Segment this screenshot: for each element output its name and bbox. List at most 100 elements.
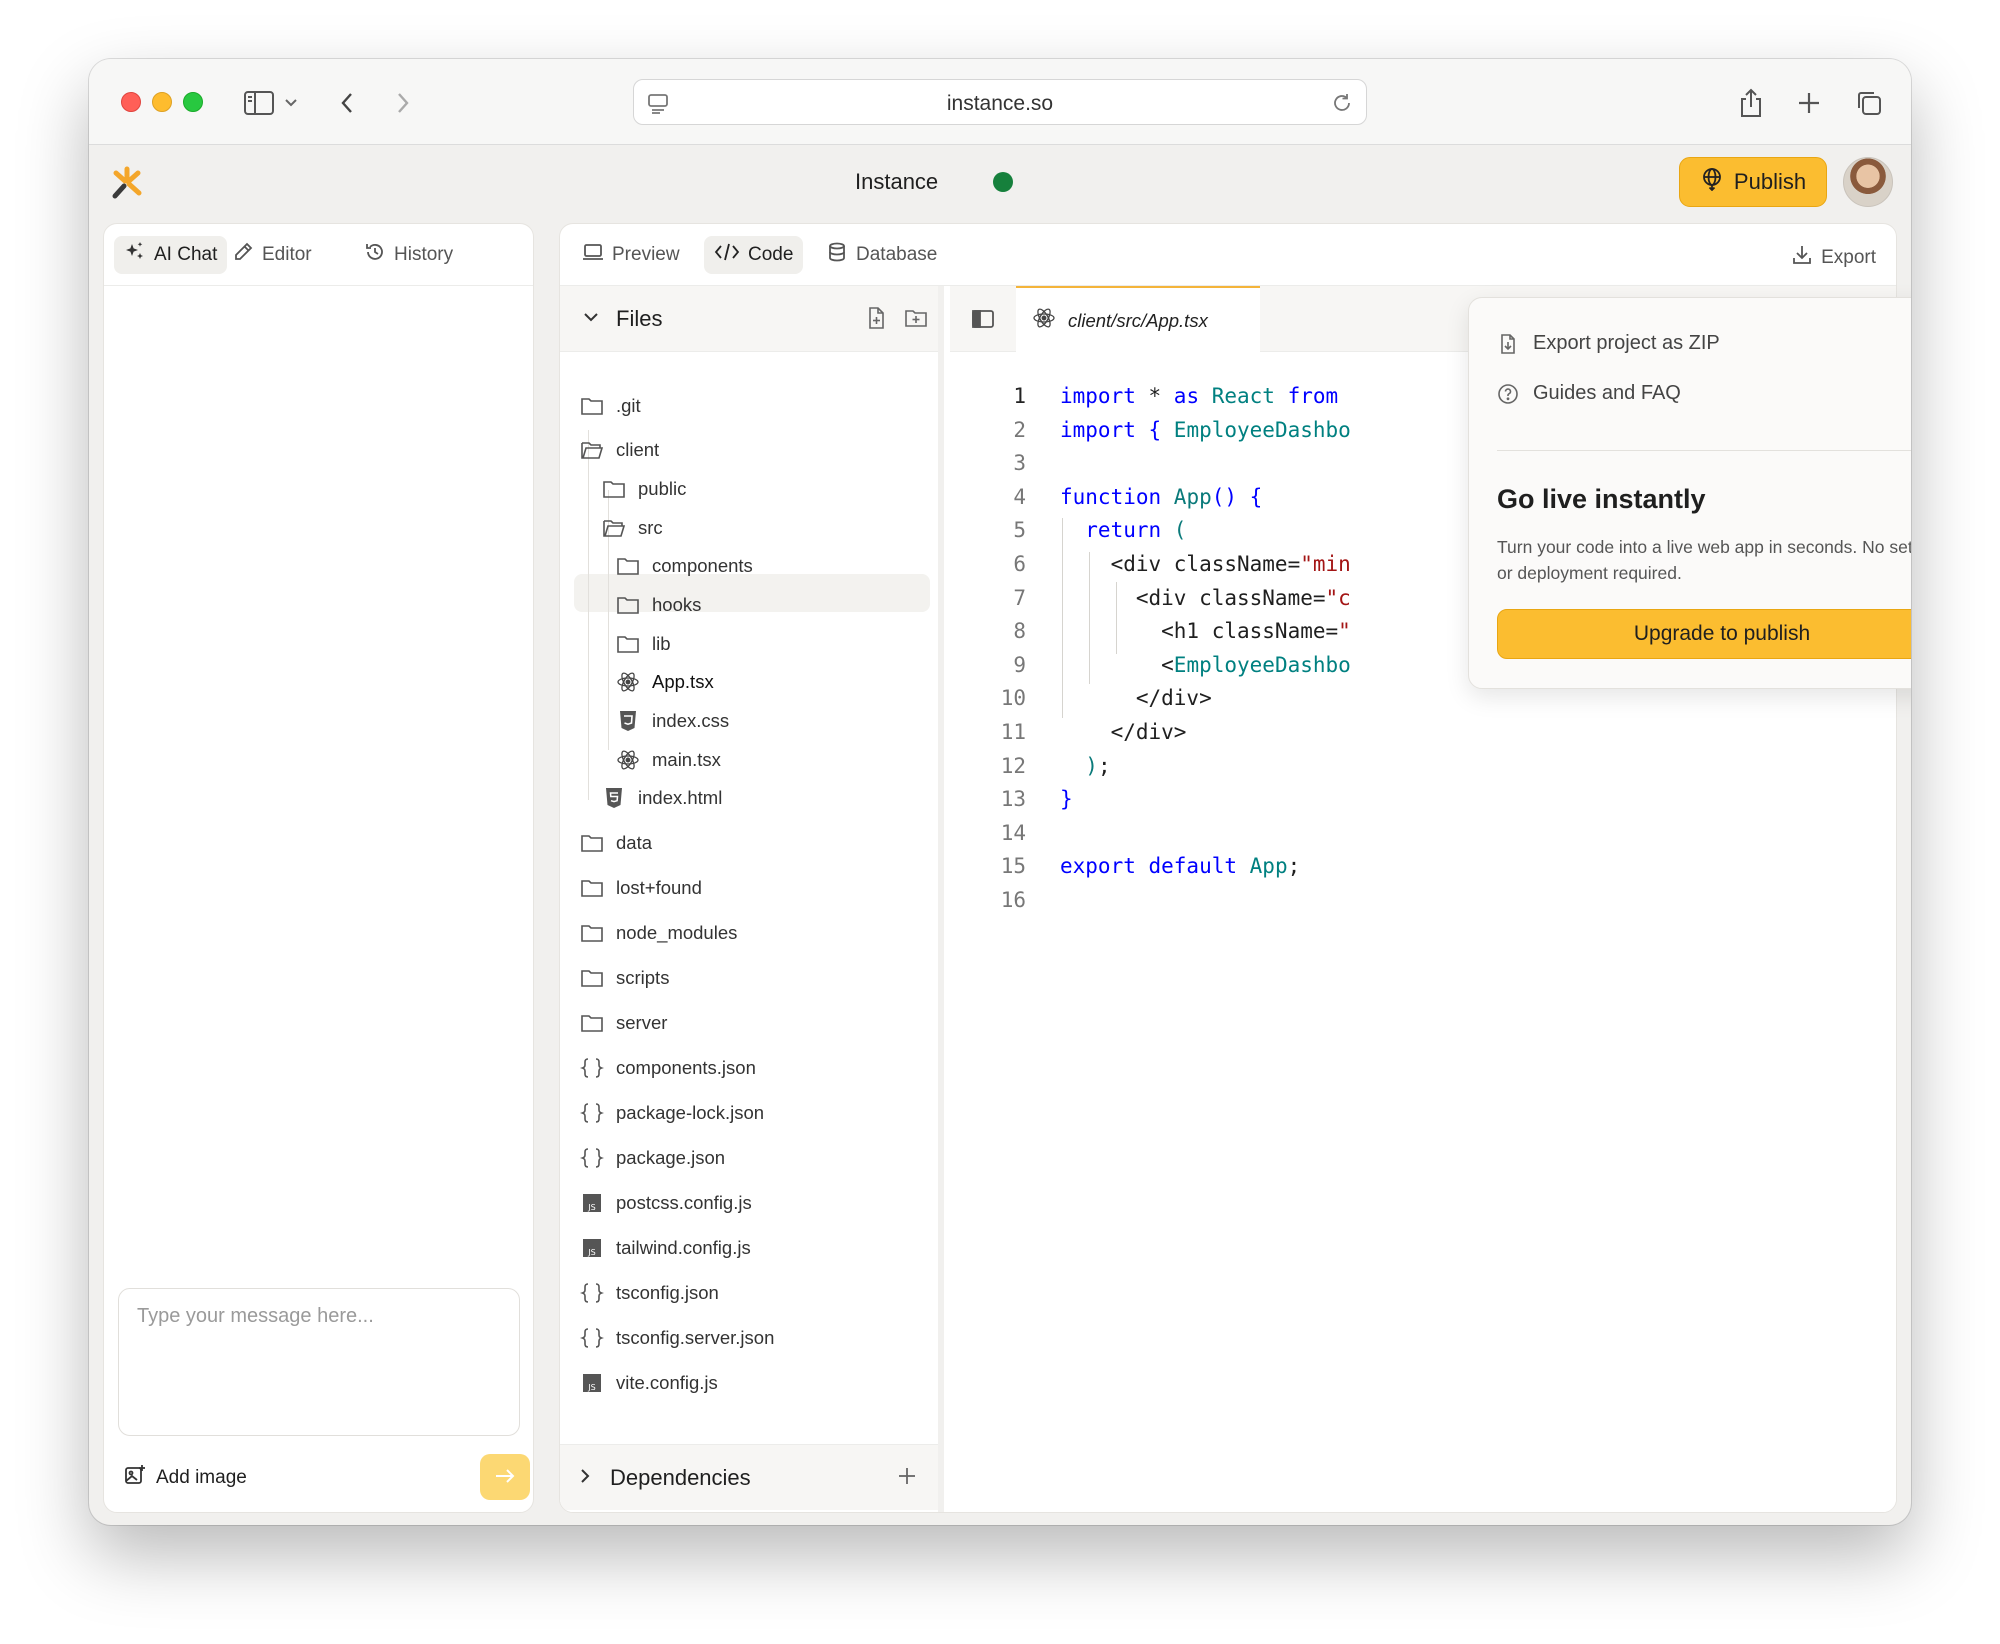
tab-ai-chat[interactable]: AI Chat: [114, 236, 228, 274]
send-button[interactable]: [480, 1454, 530, 1500]
code-token: from: [1287, 384, 1339, 408]
code-token: {: [1135, 417, 1174, 442]
globe-icon: [1700, 167, 1724, 197]
file-tree-item[interactable]: data: [580, 825, 652, 861]
tab-label: Database: [856, 244, 938, 265]
folder-icon: [580, 876, 604, 900]
maximize-window-button[interactable]: [183, 92, 203, 112]
editor-tab-app-tsx[interactable]: client/src/App.tsx: [1016, 286, 1260, 353]
folder-icon: [580, 966, 604, 990]
chevron-right-icon[interactable]: [574, 1465, 596, 1487]
files-title: Files: [616, 306, 663, 331]
file-tree-item[interactable]: components: [616, 548, 753, 584]
line-number: 8: [1013, 619, 1026, 644]
react-icon: [1032, 306, 1056, 335]
file-name: node_modules: [616, 922, 738, 943]
file-tree-item[interactable]: App.tsx: [616, 664, 714, 700]
tab-label: History: [394, 244, 454, 265]
folder-icon: [580, 394, 604, 418]
file-tree-item[interactable]: JS vite.config.js: [580, 1365, 718, 1401]
file-tree-item[interactable]: JS postcss.config.js: [580, 1185, 752, 1221]
publish-button[interactable]: Publish: [1679, 157, 1827, 207]
upgrade-button[interactable]: Upgrade to publish: [1497, 609, 1911, 659]
folder-icon: [602, 477, 626, 501]
file-name: tailwind.config.js: [616, 1237, 751, 1258]
chevron-down-icon[interactable]: [580, 306, 602, 328]
message-input[interactable]: Type your message here...: [118, 1288, 520, 1436]
tab-database[interactable]: Database: [816, 236, 947, 274]
export-zip-item[interactable]: Export project as ZIP: [1497, 332, 1720, 355]
file-tree-item[interactable]: main.tsx: [616, 742, 721, 778]
file-tree-item[interactable]: client: [580, 432, 659, 468]
file-tree-item[interactable]: src: [602, 510, 663, 546]
file-tree-item[interactable]: components.json: [580, 1050, 756, 1086]
file-name: client: [616, 439, 660, 460]
file-tree-item[interactable]: scripts: [580, 960, 669, 996]
reload-icon[interactable]: [1330, 91, 1354, 115]
file-tree-item[interactable]: tsconfig.json: [580, 1275, 719, 1311]
line-number: 13: [1000, 787, 1026, 812]
file-tree-item[interactable]: lib: [616, 626, 671, 662]
file-explorer: Files .git client public src components hooks…: [560, 286, 944, 1512]
code-line: 12 );: [950, 754, 1896, 787]
file-tree-item[interactable]: package-lock.json: [580, 1095, 764, 1131]
instance-logo-icon[interactable]: [109, 165, 145, 201]
tab-editor[interactable]: Editor: [222, 236, 322, 274]
code-token: App: [1161, 484, 1212, 509]
tree-guide: [588, 430, 589, 800]
sidebar-toggle-icon[interactable]: [237, 81, 281, 125]
files-header[interactable]: Files: [560, 286, 938, 352]
dependencies-section[interactable]: Dependencies: [560, 1444, 938, 1510]
new-tab-icon[interactable]: [1787, 81, 1831, 125]
file-tree-item[interactable]: public: [602, 471, 686, 507]
tab-history[interactable]: History: [354, 236, 463, 274]
add-image-button[interactable]: Add image: [124, 1464, 247, 1492]
file-tree-item[interactable]: .git: [580, 388, 641, 424]
file-tree-item[interactable]: index.html: [602, 780, 722, 816]
code-text: import * as React from: [1060, 384, 1338, 408]
export-button[interactable]: Export: [1791, 244, 1876, 272]
file-tree-item[interactable]: package.json: [580, 1140, 725, 1176]
file-tree-item[interactable]: lost+found: [580, 870, 702, 906]
avatar[interactable]: [1843, 157, 1893, 207]
file-download-icon: [1497, 333, 1519, 355]
forward-icon[interactable]: [381, 81, 425, 125]
code-line: 13}: [950, 787, 1896, 820]
file-tree-item[interactable]: index.css: [616, 703, 729, 739]
folder-icon: [616, 593, 640, 617]
address-bar[interactable]: instance.so: [633, 79, 1367, 125]
folder-open-icon: [602, 516, 626, 540]
status-indicator: [993, 172, 1013, 192]
minimize-window-button[interactable]: [152, 92, 172, 112]
guides-faq-item[interactable]: Guides and FAQ: [1497, 382, 1681, 405]
share-icon[interactable]: [1729, 81, 1773, 125]
add-dependency-icon[interactable]: [894, 1463, 920, 1489]
line-number: 11: [1000, 720, 1026, 744]
react-icon: [616, 670, 640, 694]
code-text: <div className="c: [1060, 586, 1351, 610]
file-tree-item[interactable]: tsconfig.server.json: [580, 1320, 774, 1356]
file-tree-item[interactable]: server: [580, 1005, 667, 1041]
new-folder-icon[interactable]: [904, 306, 928, 330]
back-icon[interactable]: [325, 81, 369, 125]
close-window-button[interactable]: [121, 92, 141, 112]
export-menu: Export project as ZIP Guides and FAQ Go …: [1468, 297, 1911, 689]
file-tree-item[interactable]: node_modules: [580, 915, 737, 951]
file-tree-item[interactable]: hooks: [616, 587, 701, 623]
chevron-down-icon[interactable]: [277, 81, 305, 125]
svg-text:JS: JS: [587, 1203, 595, 1212]
code-token: ": [1338, 619, 1351, 644]
new-file-icon[interactable]: [864, 306, 888, 330]
file-tree-item[interactable]: JS tailwind.config.js: [580, 1230, 751, 1266]
tab-code[interactable]: Code: [704, 236, 804, 274]
code-icon: [714, 241, 740, 269]
go-live-description: Turn your code into a live web app in se…: [1497, 537, 1911, 583]
help-circle-icon: [1497, 383, 1519, 405]
file-name: package.json: [616, 1147, 726, 1168]
toggle-sidebar-icon[interactable]: [970, 306, 996, 332]
code-text: </div>: [1060, 720, 1187, 744]
left-panel-tabs: AI Chat Editor History: [104, 224, 533, 286]
file-name: vite.config.js: [616, 1372, 718, 1393]
tab-preview[interactable]: Preview: [572, 236, 690, 274]
tab-overview-icon[interactable]: [1847, 81, 1891, 125]
